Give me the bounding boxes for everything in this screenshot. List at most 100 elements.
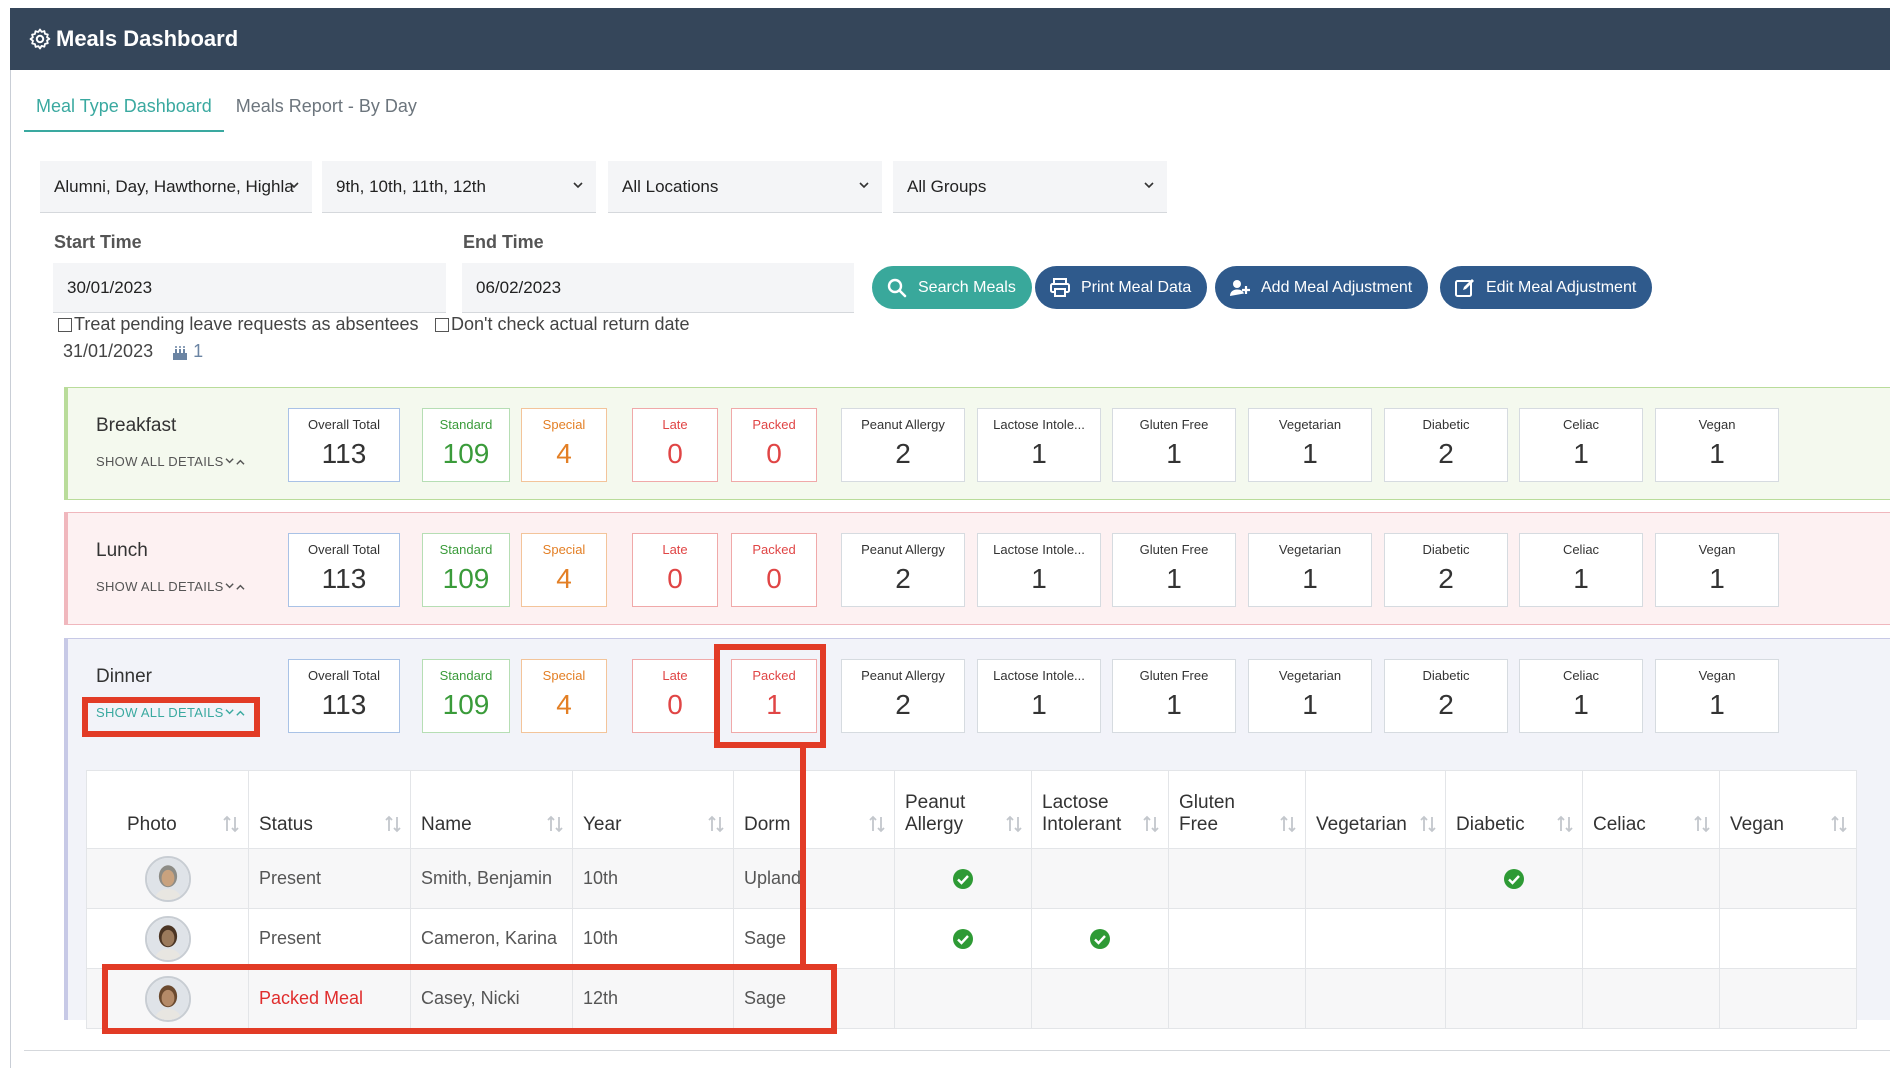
- dinner-show-all-details-link[interactable]: SHOW ALL DETAILS: [96, 705, 246, 720]
- edit-meal-adjustment-button[interactable]: Edit Meal Adjustment: [1440, 266, 1653, 309]
- breakfast-vegetarian-card[interactable]: Vegetarian 1: [1248, 408, 1372, 482]
- add-meal-adjustment-button[interactable]: Add Meal Adjustment: [1215, 266, 1429, 309]
- lunch-vegan-card[interactable]: Vegan 1: [1655, 533, 1779, 607]
- table-row[interactable]: Present Cameron, Karina 10th Sage: [86, 908, 1857, 969]
- column-header-label: Dorm: [744, 814, 791, 835]
- column-header-name[interactable]: Name: [410, 770, 573, 849]
- location-select-value: All Locations: [622, 176, 719, 196]
- lunch-show-all-details-link[interactable]: SHOW ALL DETAILS: [96, 579, 246, 594]
- column-header-peanut-allergy[interactable]: Peanut Allergy: [894, 770, 1032, 849]
- end-date-field[interactable]: 06/02/2023: [462, 263, 854, 313]
- sort-icon[interactable]: [1419, 814, 1437, 834]
- lunch-special-card[interactable]: Special 4: [521, 533, 607, 607]
- breakfast-peanut-allergy-card[interactable]: Peanut Allergy 2: [841, 408, 965, 482]
- cake-icon: [173, 345, 188, 360]
- lunch-standard-card[interactable]: Standard 109: [422, 533, 510, 607]
- table-row[interactable]: Packed Meal Casey, Nicki 12th Sage: [86, 968, 1857, 1029]
- standard-value: 109: [442, 563, 490, 594]
- check-circle-icon: [1090, 928, 1110, 949]
- sort-icon[interactable]: [1556, 814, 1574, 834]
- return-date-checkbox[interactable]: [435, 317, 449, 332]
- tab-meal-type-dashboard[interactable]: Meal Type Dashboard: [24, 86, 224, 132]
- year-select[interactable]: 9th, 10th, 11th, 12th: [322, 161, 596, 213]
- sort-icon[interactable]: [546, 814, 564, 834]
- group-select[interactable]: All Groups: [893, 161, 1167, 213]
- column-header-diabetic[interactable]: Diabetic: [1445, 770, 1583, 849]
- breakfast-diabetic-card[interactable]: Diabetic 2: [1384, 408, 1508, 482]
- lunch-lactose-intolerant-card[interactable]: Lactose Intole... 1: [977, 533, 1101, 607]
- celiac-cell: [1582, 848, 1720, 909]
- dinner-diabetic-card[interactable]: Diabetic 2: [1384, 659, 1508, 733]
- dinner-lactose-intolerant-card[interactable]: Lactose Intole... 1: [977, 659, 1101, 733]
- lunch-vegetarian-card[interactable]: Vegetarian 1: [1248, 533, 1372, 607]
- pending-leave-checkbox-row[interactable]: Treat pending leave requests as absentee…: [58, 314, 419, 335]
- search-meals-button[interactable]: Search Meals: [872, 266, 1032, 309]
- table-row[interactable]: Present Smith, Benjamin 10th Upland: [86, 848, 1857, 909]
- name-cell: Smith, Benjamin: [410, 848, 573, 909]
- column-header-photo[interactable]: Photo: [86, 770, 249, 849]
- breakfast-packed-card[interactable]: Packed 0: [731, 408, 817, 482]
- standard-label: Standard: [439, 668, 493, 683]
- sort-icon[interactable]: [1142, 814, 1160, 834]
- breakfast-lactose-intolerant-card[interactable]: Lactose Intole... 1: [977, 408, 1101, 482]
- dinner-celiac-card[interactable]: Celiac 1: [1519, 659, 1643, 733]
- peanut-allergy-cell: [894, 968, 1032, 1029]
- dinner-special-card[interactable]: Special 4: [521, 659, 607, 733]
- column-header-status[interactable]: Status: [248, 770, 411, 849]
- location-select[interactable]: All Locations: [608, 161, 882, 213]
- chevron-down-up-icon: [225, 709, 245, 716]
- overall-total-label: Overall Total: [307, 668, 380, 683]
- lunch-packed-card[interactable]: Packed 0: [731, 533, 817, 607]
- column-header-vegetarian[interactable]: Vegetarian: [1305, 770, 1446, 849]
- breakfast-overall-total-card[interactable]: Overall Total 113: [288, 408, 400, 482]
- lunch-peanut-allergy-card[interactable]: Peanut Allergy 2: [841, 533, 965, 607]
- day-date: 31/01/2023: [63, 341, 154, 361]
- column-header-lactose-intolerant[interactable]: Lactose Intolerant: [1031, 770, 1169, 849]
- start-date-field[interactable]: 30/01/2023: [53, 263, 446, 313]
- dinner-overall-total-card[interactable]: Overall Total 113: [288, 659, 400, 733]
- dinner-gluten-free-card[interactable]: Gluten Free 1: [1112, 659, 1236, 733]
- return-date-checkbox-row[interactable]: Don't check actual return date: [435, 314, 690, 335]
- lunch-gluten-free-card[interactable]: Gluten Free 1: [1112, 533, 1236, 607]
- sort-icon[interactable]: [868, 814, 886, 834]
- sort-icon[interactable]: [1005, 814, 1023, 834]
- breakfast-gluten-free-card[interactable]: Gluten Free 1: [1112, 408, 1236, 482]
- sort-icon[interactable]: [707, 814, 725, 834]
- special-label: Special: [542, 542, 586, 557]
- sort-icon[interactable]: [384, 814, 402, 834]
- sort-icon[interactable]: [1279, 814, 1297, 834]
- house-select[interactable]: Alumni, Day, Hawthorne, Highlar: [40, 161, 312, 213]
- dinner-vegetarian-card[interactable]: Vegetarian 1: [1248, 659, 1372, 733]
- breakfast-special-card[interactable]: Special 4: [521, 408, 607, 482]
- lunch-late-card[interactable]: Late 0: [632, 533, 718, 607]
- column-header-year[interactable]: Year: [572, 770, 734, 849]
- column-header-dorm[interactable]: Dorm: [733, 770, 895, 849]
- column-header-gluten-free[interactable]: Gluten Free: [1168, 770, 1306, 849]
- dinner-peanut-allergy-card[interactable]: Peanut Allergy 2: [841, 659, 965, 733]
- gear-icon: [29, 28, 51, 50]
- gluten-free-value: 1: [1166, 689, 1182, 720]
- lunch-diabetic-card[interactable]: Diabetic 2: [1384, 533, 1508, 607]
- column-header-vegan[interactable]: Vegan: [1719, 770, 1857, 849]
- breakfast-late-card[interactable]: Late 0: [632, 408, 718, 482]
- lunch-celiac-card[interactable]: Celiac 1: [1519, 533, 1643, 607]
- sort-icon[interactable]: [1830, 814, 1848, 834]
- breakfast-vegan-card[interactable]: Vegan 1: [1655, 408, 1779, 482]
- breakfast-show-all-details-link[interactable]: SHOW ALL DETAILS: [96, 454, 246, 469]
- dinner-packed-card[interactable]: Packed 1: [731, 659, 817, 733]
- dinner-vegan-card[interactable]: Vegan 1: [1655, 659, 1779, 733]
- print-meal-data-button[interactable]: Print Meal Data: [1035, 266, 1208, 309]
- print-meal-data-label: Print Meal Data: [1081, 278, 1192, 296]
- column-header-celiac[interactable]: Celiac: [1582, 770, 1720, 849]
- pending-leave-checkbox[interactable]: [58, 317, 72, 332]
- breakfast-celiac-card[interactable]: Celiac 1: [1519, 408, 1643, 482]
- avatar: [144, 915, 191, 962]
- sort-icon[interactable]: [222, 814, 240, 834]
- sort-icon[interactable]: [1693, 814, 1711, 834]
- breakfast-standard-card[interactable]: Standard 109: [422, 408, 510, 482]
- check-circle-icon: [953, 928, 973, 949]
- tab-meals-report-by-day[interactable]: Meals Report - By Day: [224, 86, 429, 132]
- dinner-standard-card[interactable]: Standard 109: [422, 659, 510, 733]
- dinner-late-card[interactable]: Late 0: [632, 659, 718, 733]
- lunch-overall-total-card[interactable]: Overall Total 113: [288, 533, 400, 607]
